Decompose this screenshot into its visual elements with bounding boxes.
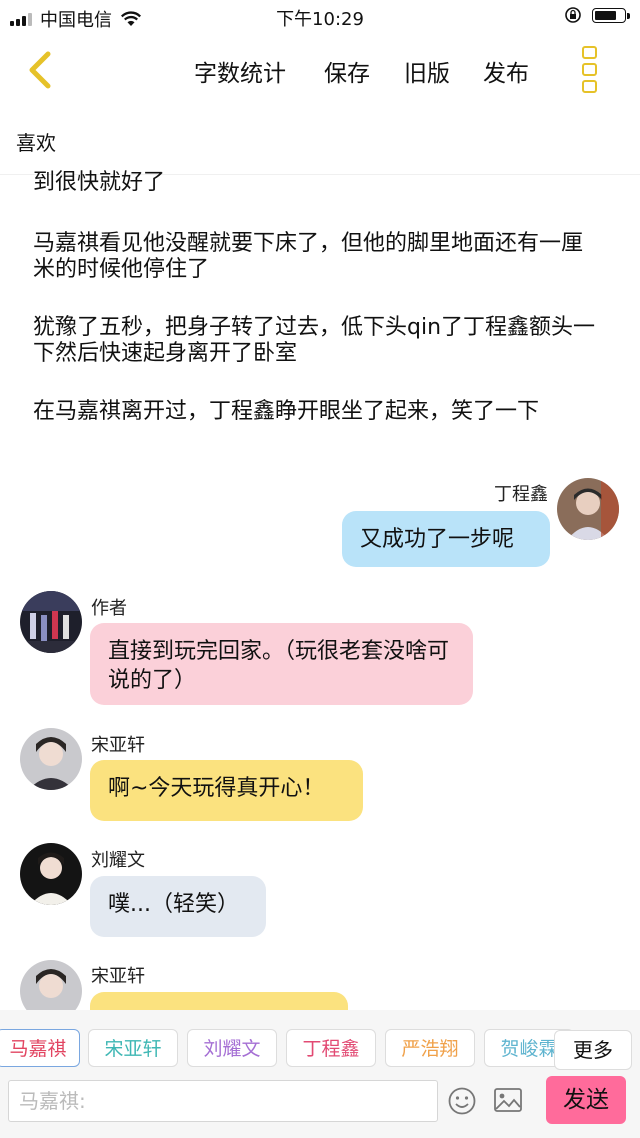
publish-button[interactable]: 发布 — [483, 54, 529, 88]
more-characters-button[interactable]: 更多 — [554, 1030, 632, 1070]
sender-name: 刘耀文 — [91, 850, 145, 871]
rotation-lock-icon — [565, 7, 581, 23]
image-icon[interactable] — [493, 1086, 523, 1114]
editor-toolbar: 字数统计 保存 旧版 发布 — [0, 34, 640, 104]
character-tag[interactable]: 刘耀文 — [187, 1029, 277, 1067]
input-bar: 发送 — [0, 1072, 640, 1138]
save-button[interactable]: 保存 — [324, 54, 370, 88]
sender-name: 丁程鑫 — [494, 484, 548, 505]
avatar[interactable] — [557, 478, 619, 540]
avatar-image — [20, 728, 82, 790]
emoji-icon[interactable] — [447, 1086, 477, 1116]
story-paragraph: 到很快就好了 — [33, 170, 166, 195]
more-options-icon[interactable] — [578, 46, 600, 94]
old-version-button[interactable]: 旧版 — [404, 54, 450, 88]
message-bubble: 直接到玩完回家。（玩很老套没啥可说的了） — [90, 623, 473, 705]
story-paragraph: 马嘉祺看见他没醒就要下床了，但他的脚里地面还有一厘米的时候他停住了 — [33, 231, 584, 282]
avatar[interactable] — [20, 843, 82, 905]
message-bubble: 噗...（轻笑） — [90, 876, 266, 937]
character-tag-bar: 马嘉祺 宋亚轩 刘耀文 丁程鑫 严浩翔 贺峻霖 — [0, 1010, 640, 1072]
character-tag[interactable]: 丁程鑫 — [286, 1029, 376, 1067]
story-paragraph: 在马嘉祺离开过，丁程鑫睁开眼坐了起来，笑了一下 — [33, 399, 540, 424]
story-paragraph: 犹豫了五秒，把身子转了过去，低下头qin了丁程鑫额头一下然后快速起身离开了卧室 — [33, 315, 596, 366]
message-bubble: 又成功了一步呢 — [342, 511, 550, 567]
sender-name: 作者 — [91, 598, 127, 619]
avatar-image — [557, 478, 619, 540]
send-button[interactable]: 发送 — [546, 1076, 626, 1124]
like-label: 喜欢 — [16, 131, 56, 155]
word-count-button[interactable]: 字数统计 — [194, 54, 286, 88]
status-time: 下午10:29 — [276, 9, 364, 30]
battery-icon — [592, 7, 630, 23]
message-input[interactable] — [8, 1080, 438, 1122]
avatar[interactable] — [20, 728, 82, 790]
sender-name: 宋亚轩 — [91, 966, 145, 987]
character-tag[interactable]: 马嘉祺 — [0, 1029, 80, 1067]
character-tag[interactable]: 宋亚轩 — [88, 1029, 178, 1067]
avatar-image — [20, 591, 82, 653]
sender-name: 宋亚轩 — [91, 735, 145, 756]
avatar[interactable] — [20, 591, 82, 653]
back-chevron-icon[interactable] — [20, 48, 60, 92]
avatar-image — [20, 843, 82, 905]
status-bar: 中国电信 下午10:29 — [0, 0, 640, 34]
message-bubble: 啊~今天玩得真开心！ — [90, 760, 363, 821]
status-right — [564, 6, 630, 24]
character-tag[interactable]: 严浩翔 — [385, 1029, 475, 1067]
